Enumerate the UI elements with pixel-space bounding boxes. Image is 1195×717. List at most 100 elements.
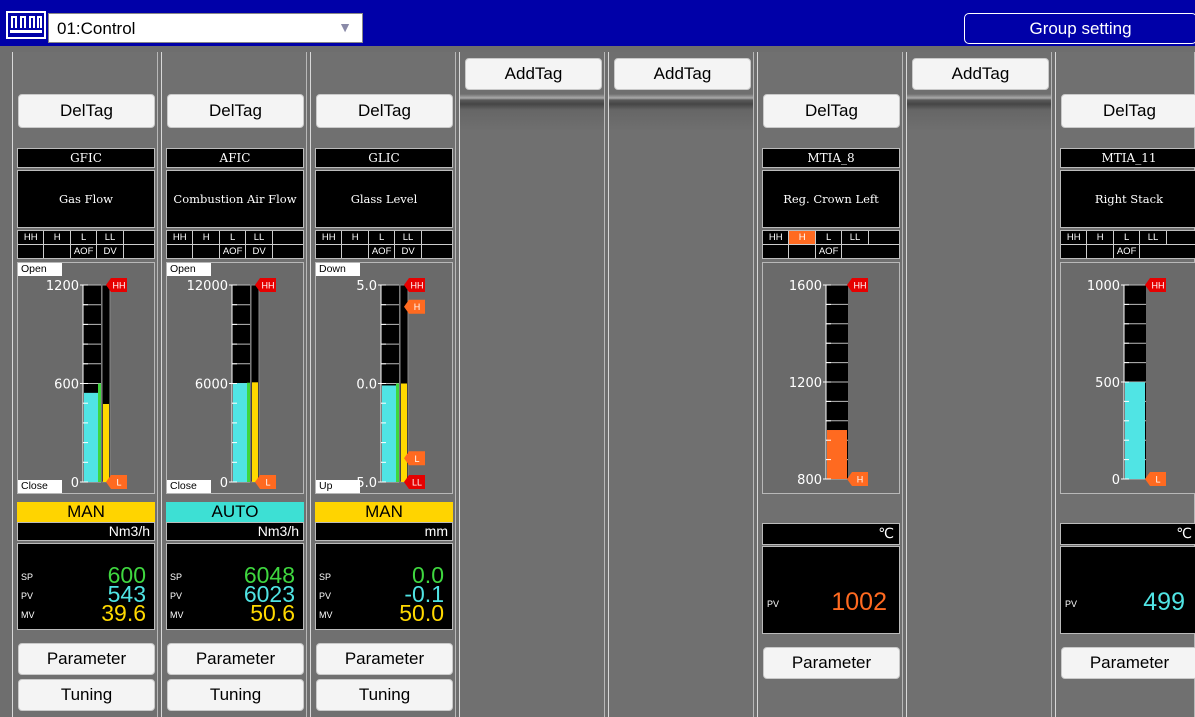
group-select[interactable]: 01:Control ▼ (48, 13, 363, 43)
bar-graph: 1200 600 0 HH L Open Close (17, 262, 155, 494)
alarm-aof: AOF (220, 245, 247, 258)
bar-graph-svg: 16001200800HHH (789, 278, 868, 488)
mv-value: 50.0 (399, 600, 444, 626)
del-tag-button[interactable]: DelTag (1061, 94, 1195, 128)
marker-label: HH (262, 281, 275, 291)
parameter-button[interactable]: Parameter (763, 647, 900, 679)
process-values: SP 6048 PV 6023 MV 50.6 (166, 543, 304, 630)
scale-label: 5.0 (356, 279, 377, 294)
add-tag-button[interactable]: AddTag (614, 58, 751, 90)
add-tag-button[interactable]: AddTag (465, 58, 602, 90)
alarm-ll: LL (1140, 231, 1167, 244)
marker-label: HH (854, 281, 867, 291)
alarm-l: L (816, 231, 843, 244)
pv-label: PV (1065, 599, 1078, 609)
tag-name: GLIC (315, 148, 453, 168)
engineering-unit: ℃ (762, 523, 900, 545)
del-tag-button[interactable]: DelTag (167, 94, 304, 128)
group-select-value: 01:Control (57, 19, 136, 38)
pv-row: PV 6023 (167, 582, 303, 606)
group-setting-button[interactable]: Group setting (964, 13, 1195, 44)
bottom-direction-label: Close (167, 480, 211, 493)
mode-indicator[interactable]: MAN (17, 502, 155, 522)
alarm-dv: DV (97, 245, 124, 258)
bar-graph: 12000 6000 0 HH L Open Close (166, 262, 304, 494)
tag-name: MTIA_8 (762, 148, 900, 168)
tag-description: Combustion Air Flow (166, 170, 304, 228)
parameter-button[interactable]: Parameter (167, 643, 304, 675)
alarm-empty-cell (789, 245, 816, 258)
alarm-empty-cell (18, 245, 45, 258)
tuning-button[interactable]: Tuning (167, 679, 304, 711)
marker-label: HH (411, 281, 424, 291)
pv-bar (382, 385, 398, 482)
alarm-empty-cell (316, 245, 343, 258)
tag-name: MTIA_11 (1060, 148, 1195, 168)
sp-row: SP 6048 (167, 563, 303, 587)
alarm-status-grid: HH H L LL AOF (762, 230, 900, 259)
alarm-dv: DV (395, 245, 422, 258)
add-tag-button[interactable]: AddTag (912, 58, 1049, 90)
del-tag-button[interactable]: DelTag (763, 94, 900, 128)
parameter-button[interactable]: Parameter (316, 643, 453, 675)
marker-label: H (414, 302, 421, 312)
mv-value: 39.6 (101, 600, 146, 626)
pv-bar (1125, 382, 1145, 479)
marker-label: HH (1152, 281, 1165, 291)
marker-label: H (857, 475, 864, 485)
alarm-l: L (369, 231, 396, 244)
pv-row: PV 543 (18, 582, 154, 606)
bar-graph-svg: 1000 500 0 HH L (1087, 278, 1166, 488)
mode-indicator[interactable]: AUTO (166, 502, 304, 522)
sp-bar (98, 383, 101, 482)
faceplate-afic: DelTag AFIC Combustion Air Flow HH H L LL AOF DV… (161, 52, 307, 717)
alarm-aof: AOF (816, 245, 843, 258)
sp-bar (396, 383, 399, 482)
scale-label: 6000 (195, 378, 228, 393)
tag-name: GFIC (17, 148, 155, 168)
alarm-l: L (220, 231, 247, 244)
parameter-button[interactable]: Parameter (1061, 647, 1195, 679)
alarm-ll: LL (842, 231, 869, 244)
pv-bar (233, 383, 249, 482)
mv-label: MV (319, 610, 333, 620)
alarm-h: H (44, 231, 71, 244)
scale-label: 0 (220, 476, 228, 491)
title-bar: 01:Control ▼ Group setting (0, 0, 1195, 46)
mv-row: MV 50.0 (316, 601, 452, 625)
alarm-marker-h: H (847, 472, 868, 486)
tuning-button[interactable]: Tuning (316, 679, 453, 711)
del-tag-button[interactable]: DelTag (316, 94, 453, 128)
tuning-button[interactable]: Tuning (18, 679, 155, 711)
alarm-dv: DV (246, 245, 273, 258)
process-values: PV 1002 (762, 546, 900, 634)
sp-label: SP (170, 572, 183, 582)
mode-indicator[interactable]: MAN (315, 502, 453, 522)
empty-slot: AddTag (608, 52, 754, 717)
top-direction-label: Open (167, 263, 211, 276)
mv-row: MV 50.6 (167, 601, 303, 625)
parameter-button[interactable]: Parameter (18, 643, 155, 675)
marker-label: L (265, 478, 270, 488)
mv-bar (252, 382, 258, 482)
chevron-down-icon[interactable]: ▼ (338, 19, 352, 35)
pv-row: PV -0.1 (316, 582, 452, 606)
mv-row: MV 39.6 (18, 601, 154, 625)
scale-label: 1200 (46, 279, 79, 294)
sp-row: SP 0.0 (316, 563, 452, 587)
alarm-status-grid: HH H L LL AOF DV (315, 230, 453, 259)
alarm-ll: LL (97, 231, 124, 244)
alarm-empty-cell (1061, 245, 1088, 258)
tag-name: AFIC (166, 148, 304, 168)
app-logo-icon (6, 11, 46, 39)
alarm-h: H (193, 231, 220, 244)
marker-label: L (414, 454, 419, 464)
marker-label: L (1155, 475, 1160, 485)
del-tag-button[interactable]: DelTag (18, 94, 155, 128)
mv-label: MV (170, 610, 184, 620)
alarm-empty-cell (763, 245, 790, 258)
marker-label: HH (113, 281, 126, 291)
scale-label: 1600 (789, 279, 822, 294)
alarm-divider (167, 244, 303, 245)
process-values: SP 600 PV 543 MV 39.6 (17, 543, 155, 630)
